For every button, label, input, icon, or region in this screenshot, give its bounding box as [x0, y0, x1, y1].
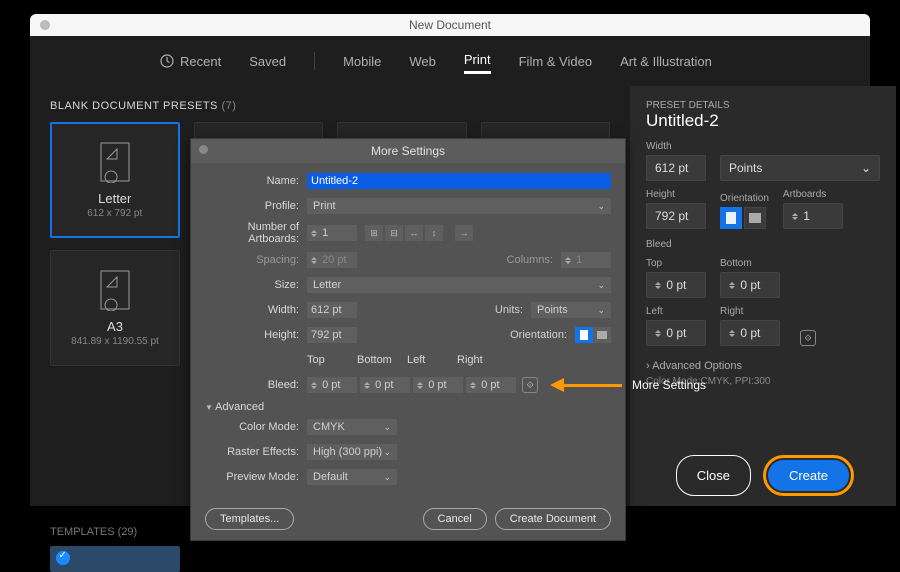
window-titlebar: New Document — [30, 14, 870, 36]
landscape-icon — [597, 331, 607, 339]
portrait-icon — [726, 212, 736, 224]
document-name[interactable]: Untitled-2 — [646, 111, 880, 131]
colormode-readout: Color Mode:CMYK, PPI:300 — [646, 376, 880, 387]
artboards-count[interactable]: 1 — [307, 225, 357, 241]
grid-by-row-icon[interactable]: ⊞ — [365, 225, 383, 241]
units-select-modal[interactable]: Points⌄ — [531, 302, 611, 318]
link-icon[interactable]: ⟐ — [800, 330, 816, 346]
width-input[interactable]: 612 pt — [646, 155, 706, 181]
profile-select[interactable]: Print⌄ — [307, 198, 611, 214]
size-select[interactable]: Letter⌄ — [307, 277, 611, 293]
bleed-left[interactable]: 0 pt — [646, 320, 706, 346]
portrait-icon — [580, 330, 588, 340]
bleed-top[interactable]: 0 pt — [646, 272, 706, 298]
artboards-input[interactable]: 1 — [783, 203, 843, 229]
clock-icon — [160, 54, 174, 68]
orientation-landscape[interactable] — [593, 327, 611, 343]
chevron-down-icon: ⌄ — [597, 280, 605, 291]
page-icon — [97, 141, 133, 183]
page-icon — [97, 269, 133, 311]
width-field[interactable]: 612 pt — [307, 302, 357, 318]
landscape-icon — [749, 213, 761, 223]
chevron-down-icon: ⌄ — [383, 472, 391, 483]
window-title: New Document — [409, 18, 491, 32]
height-input[interactable]: 792 pt — [646, 203, 706, 229]
arrange-col-icon[interactable]: ↕ — [425, 225, 443, 241]
tab-web[interactable]: Web — [409, 50, 436, 73]
create-document-button[interactable]: Create Document — [495, 508, 611, 530]
bleed-right-modal[interactable]: 0 pt — [466, 377, 516, 393]
presets-heading: BLANK DOCUMENT PRESETS (7) — [50, 100, 610, 112]
spacing-input: 20 pt — [307, 252, 357, 268]
orientation-portrait[interactable] — [720, 207, 742, 229]
tab-mobile[interactable]: Mobile — [343, 50, 381, 73]
tab-recent[interactable]: Recent — [160, 50, 221, 73]
bleed-top-modal[interactable]: 0 pt — [307, 377, 357, 393]
bleed-right[interactable]: 0 pt — [720, 320, 780, 346]
dialog-titlebar: More Settings — [191, 139, 625, 163]
units-select[interactable]: Points⌄ — [720, 155, 880, 181]
chevron-down-icon: ⌄ — [597, 201, 605, 212]
arrange-rtl-icon[interactable]: → — [455, 225, 473, 241]
window-close-dot[interactable] — [40, 20, 50, 30]
raster-select[interactable]: High (300 ppi)⌄ — [307, 444, 397, 460]
link-icon[interactable]: ⟐ — [522, 377, 538, 393]
preset-a3[interactable]: A3 841.89 x 1190.55 pt — [50, 250, 180, 366]
grid-by-col-icon[interactable]: ⊟ — [385, 225, 403, 241]
chevron-down-icon: ⌄ — [861, 161, 871, 175]
category-tabs: Recent Saved Mobile Web Print Film & Vid… — [30, 36, 870, 76]
chevron-down-icon: ⌄ — [383, 422, 391, 433]
name-input[interactable]: Untitled-2 — [307, 173, 611, 189]
create-button[interactable]: Create — [768, 460, 849, 491]
details-heading: PRESET DETAILS — [646, 100, 880, 111]
more-settings-dialog: More Settings Name:Untitled-2 Profile:Pr… — [190, 138, 626, 541]
columns-input: 1 — [561, 252, 611, 268]
tab-print[interactable]: Print — [464, 48, 491, 74]
templates-button[interactable]: Templates... — [205, 508, 294, 530]
chevron-down-icon: ⌄ — [597, 305, 605, 316]
tab-art[interactable]: Art & Illustration — [620, 50, 712, 73]
close-button[interactable]: Close — [676, 455, 751, 496]
arrange-row-icon[interactable]: ↔ — [405, 225, 423, 241]
tab-divider — [314, 52, 315, 70]
annotation-highlight: Create — [763, 455, 854, 496]
bleed-left-modal[interactable]: 0 pt — [413, 377, 463, 393]
advanced-section-head[interactable]: Advanced — [205, 401, 611, 413]
tab-saved[interactable]: Saved — [249, 50, 286, 73]
bleed-bottom[interactable]: 0 pt — [720, 272, 780, 298]
height-field[interactable]: 792 pt — [307, 327, 357, 343]
chevron-down-icon: ⌄ — [383, 447, 391, 458]
template-thumb[interactable] — [50, 546, 180, 572]
orientation-landscape[interactable] — [744, 207, 766, 229]
check-icon — [56, 551, 70, 565]
cancel-button[interactable]: Cancel — [423, 508, 487, 530]
colormode-select[interactable]: CMYK⌄ — [307, 419, 397, 435]
advanced-options-toggle[interactable]: Advanced Options — [646, 360, 880, 372]
preview-select[interactable]: Default⌄ — [307, 469, 397, 485]
bleed-bottom-modal[interactable]: 0 pt — [360, 377, 410, 393]
orientation-portrait[interactable] — [575, 327, 593, 343]
tab-film[interactable]: Film & Video — [519, 50, 592, 73]
dialog-close-dot[interactable] — [199, 145, 208, 154]
preset-letter[interactable]: Letter 612 x 792 pt — [50, 122, 180, 238]
